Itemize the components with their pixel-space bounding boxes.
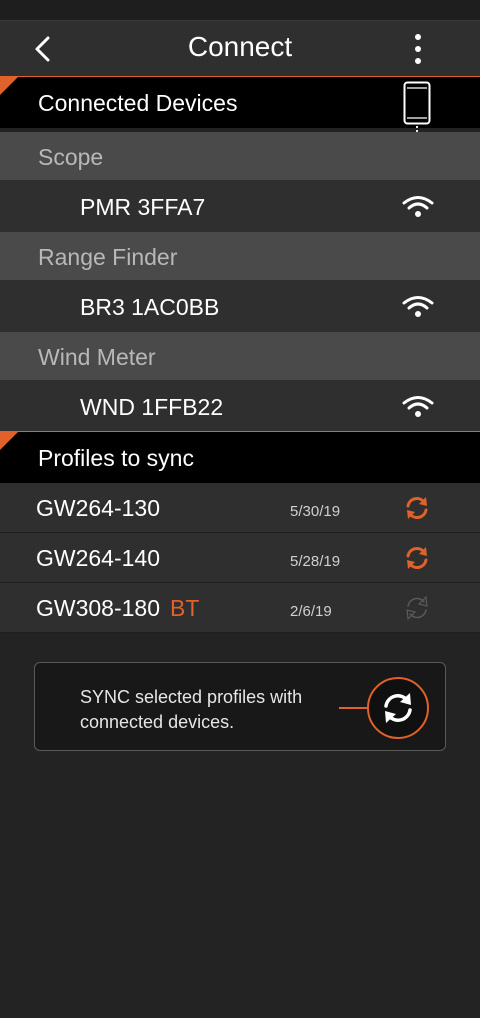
sync-button[interactable] [367,677,429,739]
profile-name-wrap: GW308-180 BT [36,595,199,622]
profile-name-wrap: GW264-130 [36,495,160,522]
category-label: Range Finder [38,244,178,270]
sync-icon[interactable] [403,544,431,572]
device-category-wind-meter: Wind Meter [0,332,480,380]
profile-date: 2/6/19 [290,603,332,620]
accent-corner [0,77,18,95]
sync-icon [384,693,412,723]
profiles-header: Profiles to sync [0,431,480,483]
sync-disabled-icon [406,595,428,621]
sync-icon[interactable] [403,494,431,522]
profile-row[interactable]: GW264-130 5/30/19 [0,483,480,533]
profile-date: 5/28/19 [290,553,341,570]
phone-icon [403,81,431,125]
profile-tag: BT [170,595,200,621]
device-name: PMR 3FFA7 [80,194,206,220]
device-row-range-finder[interactable]: BR3 1AC0BB [0,280,480,332]
wifi-icon [402,296,434,317]
category-label: Scope [38,144,104,170]
status-bar [0,0,480,20]
profile-name: GW264-140 [36,545,161,571]
profile-row[interactable]: GW264-140 5/28/19 [0,533,480,583]
sync-panel: SYNC selected profiles with connected de… [34,662,446,751]
top-app-bar: Connect [0,20,480,76]
wifi-icon [402,396,434,417]
device-category-scope: Scope [0,132,480,180]
connected-devices-header: Connected Devices [0,76,480,128]
profile-date: 5/30/19 [290,503,341,520]
profile-name: GW264-130 [36,495,161,521]
device-category-range-finder: Range Finder [0,232,480,280]
device-row-wind-meter[interactable]: WND 1FFB22 [0,380,480,432]
connected-devices-title: Connected Devices [38,90,238,116]
profile-name: GW308-180 [36,595,161,621]
sync-instructions: SYNC selected profiles with connected de… [80,687,303,732]
profile-row[interactable]: GW308-180 BT 2/6/19 [0,583,480,633]
device-name: BR3 1AC0BB [80,294,220,320]
category-label: Wind Meter [38,344,156,370]
profile-name-wrap: GW264-140 [36,545,160,572]
overflow-menu-button[interactable] [408,33,428,65]
profiles-title: Profiles to sync [38,445,194,471]
device-row-scope[interactable]: PMR 3FFA7 [0,180,480,232]
more-vertical-icon [415,34,421,64]
wifi-icon [402,196,434,217]
accent-corner [0,432,18,450]
device-name: WND 1FFB22 [80,394,224,420]
